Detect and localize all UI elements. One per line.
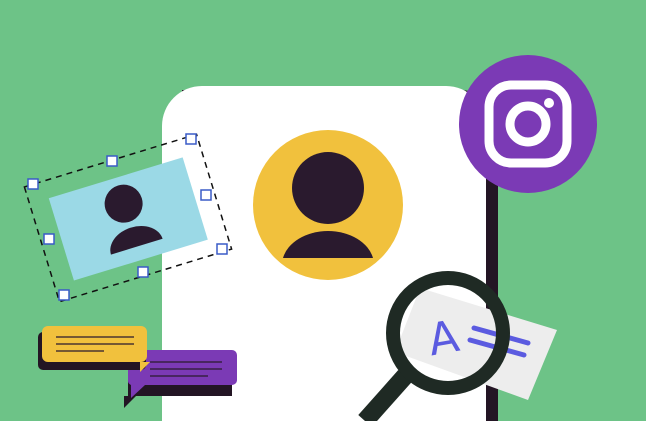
selection-handle: [106, 155, 118, 167]
yellow-chat-bubble: [38, 326, 150, 372]
selection-handle: [185, 133, 197, 145]
instagram-icon: [459, 55, 597, 193]
instagram-badge-circle: [459, 55, 597, 193]
selection-handle: [43, 233, 55, 245]
avatar: [253, 130, 403, 280]
selection-handle: [216, 243, 228, 255]
selection-handle: [27, 178, 39, 190]
selection-handle: [58, 289, 70, 301]
illustration-scene: A: [0, 0, 646, 421]
illustration-canvas: A: [23, 55, 597, 421]
avatar-head: [292, 152, 364, 224]
selection-handle: [200, 189, 212, 201]
instagram-dot: [544, 98, 554, 108]
selection-handle: [137, 266, 149, 278]
